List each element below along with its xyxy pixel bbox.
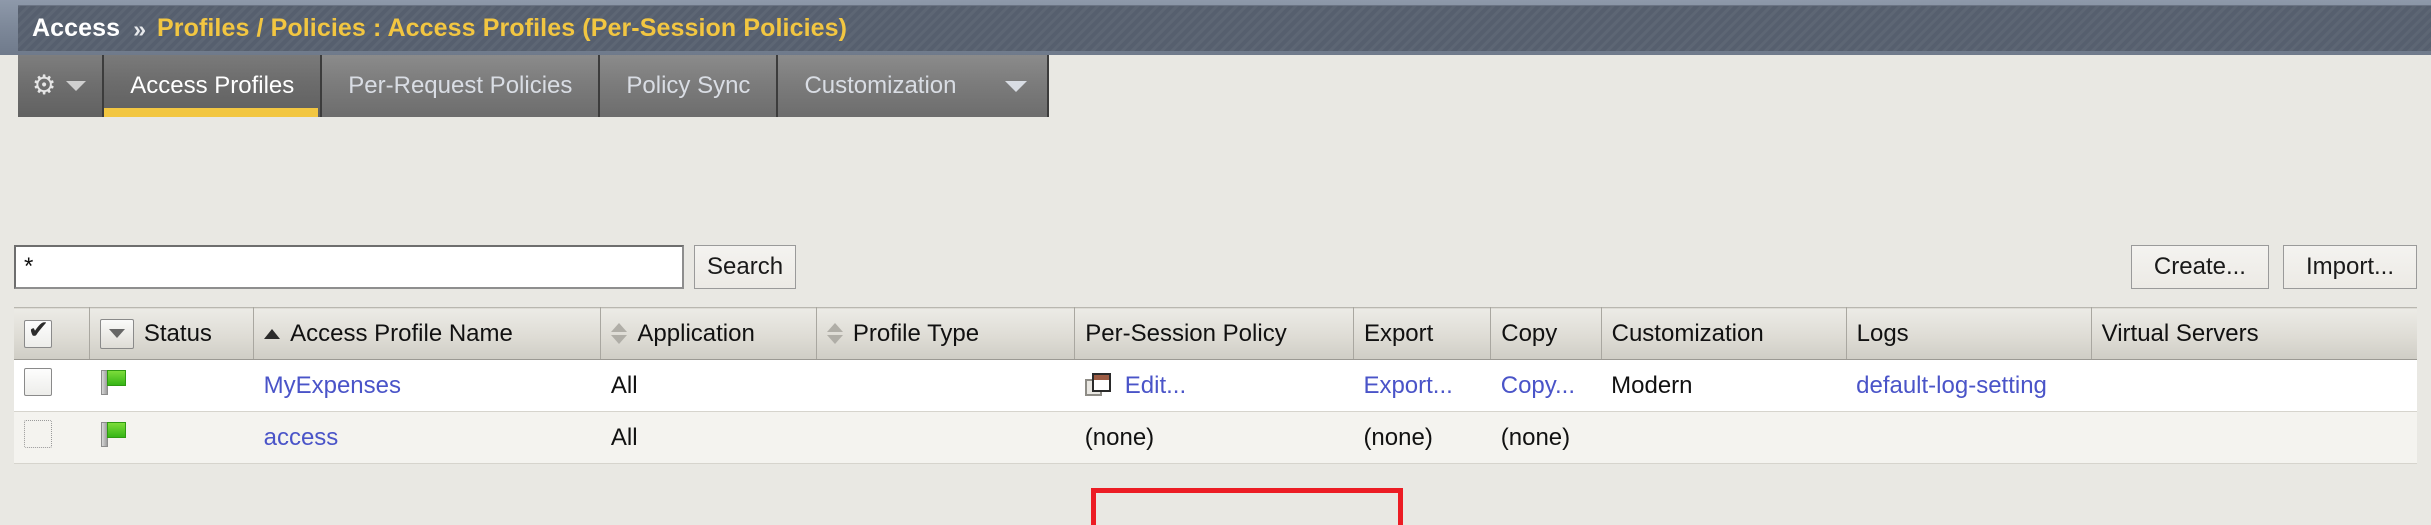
row-export-cell[interactable]: Export...	[1353, 359, 1491, 412]
log-setting-link[interactable]: default-log-setting	[1856, 372, 2047, 399]
column-per-session-policy-label: Per-Session Policy	[1085, 319, 1287, 347]
column-virtual-servers[interactable]: Virtual Servers	[2091, 307, 2417, 360]
row-copy-cell: (none)	[1490, 411, 1602, 464]
row-per-session-policy-cell[interactable]: Edit...	[1074, 359, 1354, 412]
tab-access-profiles-label: Access Profiles	[130, 72, 295, 99]
content-area: Search Create... Import...	[0, 117, 2431, 525]
row-select-cell[interactable]	[14, 359, 90, 412]
row-name-cell[interactable]: access	[253, 411, 601, 464]
access-profile-name-link[interactable]: access	[264, 424, 339, 451]
column-status[interactable]: Status	[89, 307, 255, 360]
annotation-highlight-box	[1091, 488, 1403, 525]
row-application-cell: All	[600, 359, 817, 412]
column-select-all[interactable]	[14, 307, 90, 360]
tab-per-request-policies-label: Per-Request Policies	[348, 72, 573, 99]
row-name-cell[interactable]: MyExpenses	[253, 359, 601, 412]
title-bar-background: Access » Profiles / Policies : Access Pr…	[0, 0, 2431, 55]
row-customization-cell: Modern	[1601, 359, 1847, 412]
column-logs-label: Logs	[1856, 319, 1909, 347]
tab-access-profiles[interactable]: Access Profiles	[104, 55, 323, 117]
row-virtual-servers-cell	[2091, 411, 2417, 464]
column-export-label: Export	[1363, 319, 1434, 347]
status-filter-dropdown-icon[interactable]	[99, 318, 134, 349]
create-button[interactable]: Create...	[2130, 245, 2269, 289]
row-profile-type-cell	[816, 359, 1075, 412]
row-checkbox[interactable]	[24, 368, 52, 396]
search-input[interactable]	[14, 245, 684, 289]
window-icon	[1084, 372, 1113, 399]
breadcrumb-separator-icon: »	[133, 16, 146, 42]
sort-toggle-icon[interactable]	[611, 323, 628, 344]
column-virtual-servers-label: Virtual Servers	[2101, 319, 2259, 347]
column-application[interactable]: Application	[600, 307, 817, 360]
green-flag-icon	[99, 419, 129, 449]
gear-icon: ⚙	[32, 69, 57, 100]
row-application-cell: All	[600, 411, 817, 464]
row-per-session-policy-cell: (none)	[1074, 411, 1354, 464]
breadcrumb: Access » Profiles / Policies : Access Pr…	[18, 5, 2431, 51]
column-copy[interactable]: Copy	[1490, 307, 1602, 360]
tab-policy-sync-label: Policy Sync	[626, 72, 751, 99]
column-status-label: Status	[143, 319, 212, 347]
row-copy-cell[interactable]: Copy...	[1490, 359, 1602, 412]
search-toolbar: Search Create... Import...	[14, 245, 2417, 289]
table-row[interactable]: access All (none) (none) (none)	[14, 411, 2417, 464]
access-profiles-page: Access » Profiles / Policies : Access Pr…	[0, 0, 2431, 525]
column-copy-label: Copy	[1501, 319, 1558, 347]
row-status-cell	[89, 359, 254, 412]
table-header-row: Status Access Profile Name	[14, 307, 2417, 360]
access-profiles-table: Status Access Profile Name	[14, 307, 2417, 464]
column-export[interactable]: Export	[1353, 307, 1492, 360]
copy-link[interactable]: Copy...	[1501, 372, 1575, 399]
column-access-profile-name-label: Access Profile Name	[290, 319, 513, 347]
tab-customization-label: Customization	[804, 72, 957, 99]
column-logs[interactable]: Logs	[1846, 307, 2092, 360]
row-logs-cell[interactable]: default-log-setting	[1846, 359, 2092, 412]
chevron-down-icon	[66, 81, 87, 91]
breadcrumb-current: Profiles / Policies : Access Profiles (P…	[156, 14, 848, 42]
column-application-label: Application	[637, 319, 755, 347]
sort-ascending-icon[interactable]	[264, 328, 281, 339]
tab-strip: ⚙ Access Profiles Per-Request Policies P…	[18, 55, 1049, 117]
row-virtual-servers-cell	[2091, 359, 2417, 412]
tab-menu-gear-button[interactable]: ⚙	[18, 55, 105, 117]
tab-policy-sync[interactable]: Policy Sync	[600, 55, 779, 117]
select-all-checkbox[interactable]	[24, 316, 52, 348]
action-buttons: Create... Import...	[2130, 245, 2417, 289]
row-checkbox-disabled	[24, 420, 52, 448]
column-per-session-policy[interactable]: Per-Session Policy	[1074, 307, 1354, 360]
row-select-cell	[14, 411, 90, 464]
green-flag-icon	[99, 367, 129, 397]
row-logs-cell	[1846, 411, 2092, 464]
per-session-policy-edit-link[interactable]: Edit...	[1125, 372, 1186, 400]
export-link[interactable]: Export...	[1363, 372, 1452, 399]
column-profile-type[interactable]: Profile Type	[816, 307, 1076, 360]
row-export-cell: (none)	[1353, 411, 1491, 464]
breadcrumb-root: Access	[32, 14, 121, 42]
tab-customization[interactable]: Customization	[778, 55, 1049, 117]
column-customization-label: Customization	[1611, 319, 1764, 347]
sort-toggle-icon[interactable]	[826, 323, 843, 344]
search-button[interactable]: Search	[694, 245, 797, 289]
tab-bar-background: ⚙ Access Profiles Per-Request Policies P…	[0, 55, 2431, 117]
row-profile-type-cell	[816, 411, 1075, 464]
row-customization-cell	[1601, 411, 1847, 464]
column-customization[interactable]: Customization	[1601, 307, 1847, 360]
tab-per-request-policies[interactable]: Per-Request Policies	[322, 55, 601, 117]
import-button[interactable]: Import...	[2282, 245, 2417, 289]
access-profile-name-link[interactable]: MyExpenses	[264, 372, 401, 399]
column-profile-type-label: Profile Type	[852, 319, 980, 347]
row-status-cell	[89, 411, 254, 464]
column-access-profile-name[interactable]: Access Profile Name	[253, 307, 602, 360]
table-row[interactable]: MyExpenses All Edit... Export... Copy...…	[14, 359, 2417, 412]
chevron-down-icon	[1004, 80, 1027, 92]
